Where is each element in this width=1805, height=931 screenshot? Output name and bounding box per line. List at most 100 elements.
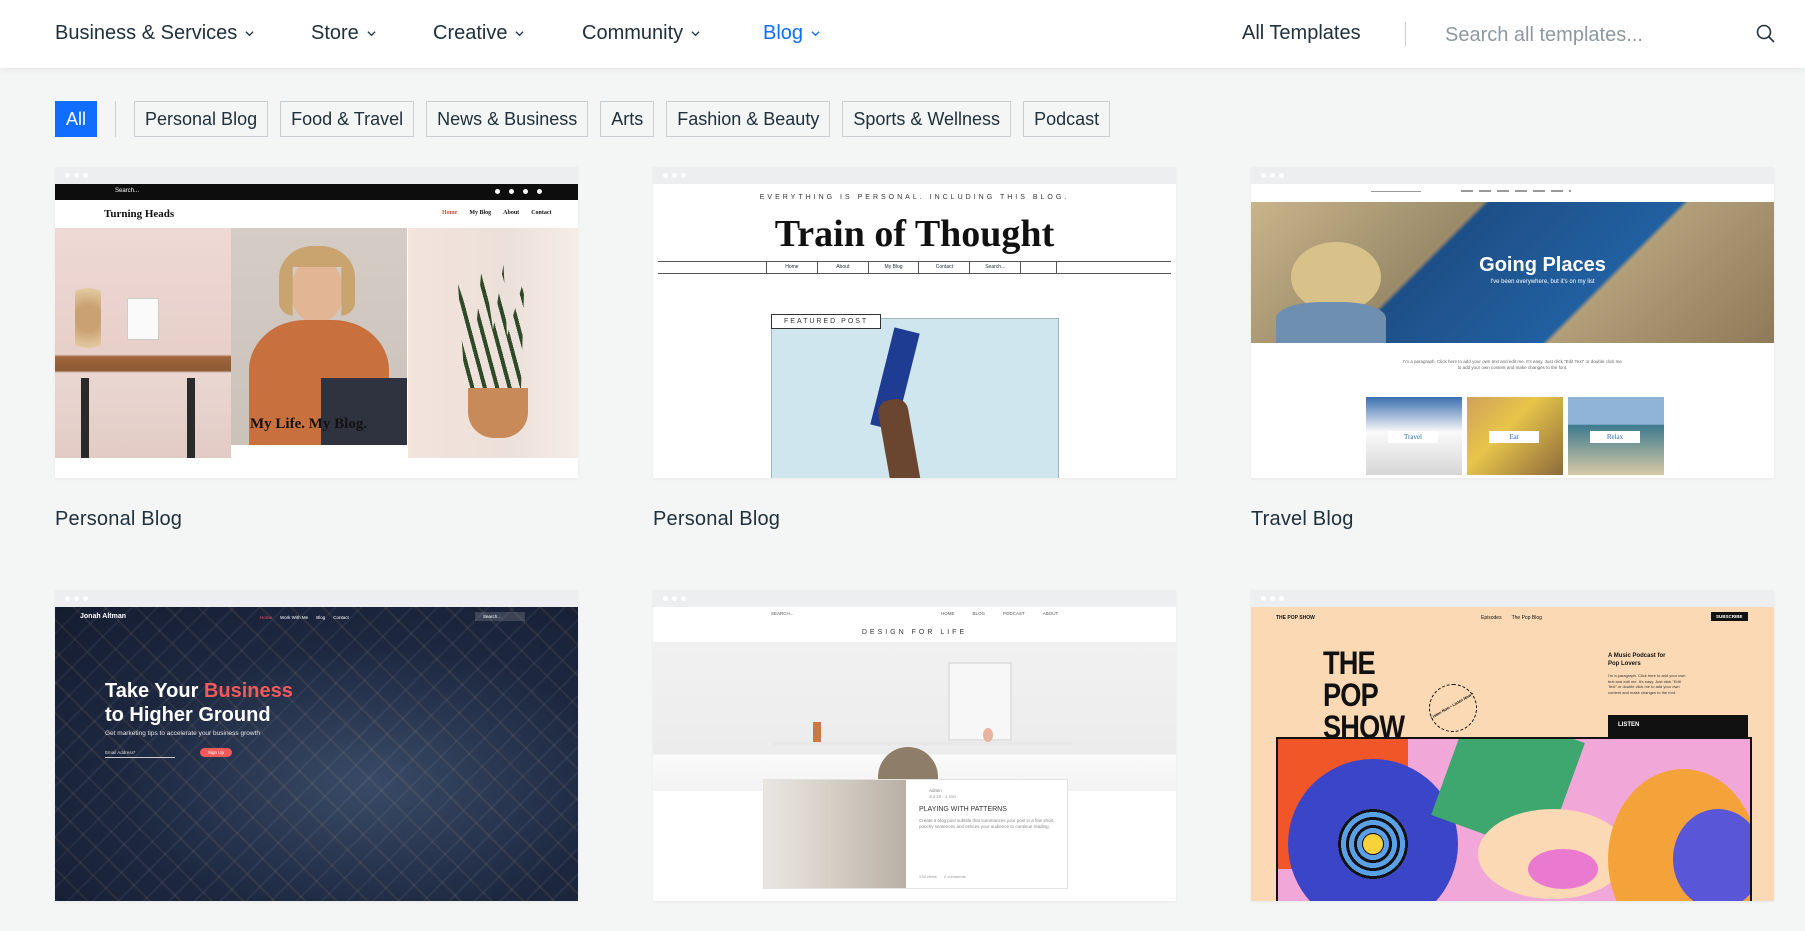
- preview-listen-label: LISTEN: [1618, 722, 1640, 728]
- preview-featured-image: [771, 318, 1059, 478]
- preview-menu: Home Work With Me Blog Contact: [260, 615, 349, 620]
- search-icon[interactable]: [1755, 23, 1777, 45]
- preview-tile-label: Relax: [1590, 431, 1640, 443]
- preview-menu-item: Episodes: [1481, 615, 1502, 621]
- nav-creative[interactable]: Creative: [433, 22, 525, 45]
- social-icons: [495, 189, 542, 194]
- preview-tagline: DESIGN FOR LIFE: [861, 629, 968, 636]
- filter-podcast[interactable]: Podcast: [1023, 101, 1111, 137]
- nav-business-services[interactable]: Business & Services: [55, 22, 254, 45]
- preview-body: I'm a paragraph. Click here to add your …: [1403, 359, 1622, 370]
- nav-store[interactable]: Store: [311, 22, 376, 45]
- preview-menu: Home About My Blog Contact Search...: [766, 261, 1058, 273]
- preview-site-name: Turning Heads: [104, 208, 175, 220]
- preview-tile-travel: Travel: [1366, 397, 1462, 475]
- preview-menu-item: Blog: [316, 615, 326, 620]
- preview-headline: Train of Thought: [774, 213, 1055, 255]
- divider: [115, 101, 117, 137]
- filter-all[interactable]: All: [55, 101, 98, 137]
- template-thumbnail[interactable]: Search... Turning Heads Home My Blog Abo…: [55, 167, 578, 478]
- browser-chrome: [653, 590, 1176, 607]
- preview-desc-title: A Music Podcast for Pop Lovers: [1608, 653, 1666, 667]
- preview-comments: 0 comments: [944, 874, 966, 879]
- preview-cta: Sign Up: [200, 748, 233, 757]
- preview-menu-item: About: [503, 210, 520, 216]
- preview-listen-bar: LISTEN: [1608, 715, 1748, 737]
- preview-menu-item: Home: [442, 210, 458, 216]
- preview-photo-desk: [55, 228, 231, 458]
- preview-menu-item: Contact: [531, 210, 552, 216]
- preview-subheadline: Get marketing tips to accelerate your bu…: [105, 730, 260, 737]
- nav-label: Community: [582, 22, 684, 44]
- all-templates-link[interactable]: All Templates: [1242, 22, 1361, 45]
- nav-community[interactable]: Community: [582, 22, 700, 45]
- template-title[interactable]: Personal Blog: [55, 508, 578, 531]
- nav-blog[interactable]: Blog: [763, 22, 820, 45]
- top-navigation: Business & Services Store Creative Commu…: [0, 0, 1805, 68]
- preview-tile-relax: Relax: [1568, 397, 1664, 475]
- preview-menu-item: About: [818, 261, 869, 273]
- filter-fashion-beauty[interactable]: Fashion & Beauty: [666, 101, 831, 137]
- browser-chrome: [55, 590, 578, 607]
- template-card: THE POP SHOW Episodes The Pop Blog SUBSC…: [1251, 590, 1774, 931]
- template-thumbnail[interactable]: THE POP SHOW Episodes The Pop Blog SUBSC…: [1251, 590, 1774, 901]
- nav-label: Business & Services: [55, 22, 238, 44]
- preview-menu: Episodes The Pop Blog: [1481, 615, 1542, 621]
- preview-subheadline: I've been everywhere, but it's on my lis…: [1490, 279, 1595, 285]
- search-input[interactable]: [1443, 18, 1717, 52]
- template-preview: Search... Turning Heads Home My Blog Abo…: [55, 184, 578, 478]
- template-thumbnail[interactable]: Jonah Altman Home Work With Me Blog Cont…: [55, 590, 578, 901]
- divider: [1405, 22, 1406, 46]
- template-title[interactable]: Personal Blog: [653, 508, 1176, 531]
- filter-arts[interactable]: Arts: [600, 101, 655, 137]
- preview-search: Search...: [115, 188, 140, 194]
- preview-menu-item: Contact: [333, 615, 349, 620]
- preview-tile-label: Travel: [1388, 431, 1438, 443]
- preview-menu-item: Contact: [919, 261, 971, 273]
- preview-illustration: [1276, 737, 1752, 901]
- preview-headline-part: to Higher Ground: [105, 704, 271, 726]
- preview-post-card: Admin Jul 18 · 1 min PLAYING WITH PATTER…: [763, 779, 1068, 889]
- preview-menu-item: The Pop Blog: [1511, 615, 1542, 621]
- chevron-down-icon: [691, 31, 700, 37]
- preview-post-title: PLAYING WITH PATTERNS: [919, 806, 1007, 813]
- nav-label: Store: [311, 22, 359, 44]
- preview-email-field: Email Address*: [105, 750, 175, 758]
- preview-hero-photo: [653, 642, 1176, 791]
- template-title[interactable]: Travel Blog: [1251, 508, 1774, 531]
- chevron-down-icon: [515, 31, 525, 37]
- filter-food-travel[interactable]: Food & Travel: [280, 101, 415, 137]
- template-card: Going Places I've been everywhere, but i…: [1251, 167, 1774, 531]
- preview-headline: THE POP SHOW: [1323, 645, 1405, 745]
- preview-brand: THE POP SHOW: [1276, 615, 1315, 621]
- filter-sports-wellness[interactable]: Sports & Wellness: [842, 101, 1012, 137]
- browser-chrome: [55, 167, 578, 184]
- preview-author: Admin: [929, 788, 942, 793]
- template-preview: EVERYTHING IS PERSONAL. INCLUDING THIS B…: [653, 184, 1176, 478]
- preview-menu: Home My Blog About Contact: [442, 210, 552, 216]
- preview-date: Jul 18 · 1 min: [929, 794, 957, 799]
- browser-chrome: [1251, 167, 1774, 184]
- template-thumbnail[interactable]: SEARCH... HOME BLOG PODCAST ABOUT DESIGN…: [653, 590, 1176, 901]
- preview-menu-item: HOME: [941, 611, 955, 616]
- chevron-down-icon: [245, 31, 254, 37]
- category-filters: All Personal Blog Food & Travel News & B…: [55, 100, 1111, 138]
- template-preview: THE POP SHOW Episodes The Pop Blog SUBSC…: [1251, 607, 1774, 901]
- preview-menu-item: PODCAST: [1003, 611, 1025, 616]
- template-preview: SEARCH... HOME BLOG PODCAST ABOUT DESIGN…: [653, 607, 1176, 901]
- preview-menu-item: Home: [260, 615, 273, 620]
- preview-headline: Going Places: [1479, 254, 1606, 276]
- template-thumbnail[interactable]: Going Places I've been everywhere, but i…: [1251, 167, 1774, 478]
- template-card: EVERYTHING IS PERSONAL. INCLUDING THIS B…: [653, 167, 1176, 531]
- preview-tile-eat: Eat: [1467, 397, 1563, 475]
- preview-menu-item: ABOUT: [1042, 611, 1059, 616]
- template-card: Jonah Altman Home Work With Me Blog Cont…: [55, 590, 578, 931]
- preview-menu-item: Search...: [970, 261, 1022, 273]
- preview-caption: My Life. My Blog.: [250, 416, 368, 432]
- preview-menu-item: My Blog: [469, 210, 492, 216]
- preview-menu-item: Work With Me: [280, 615, 309, 620]
- chevron-down-icon: [811, 31, 820, 37]
- filter-personal-blog[interactable]: Personal Blog: [134, 101, 269, 137]
- filter-news-business[interactable]: News & Business: [426, 101, 589, 137]
- template-thumbnail[interactable]: EVERYTHING IS PERSONAL. INCLUDING THIS B…: [653, 167, 1176, 478]
